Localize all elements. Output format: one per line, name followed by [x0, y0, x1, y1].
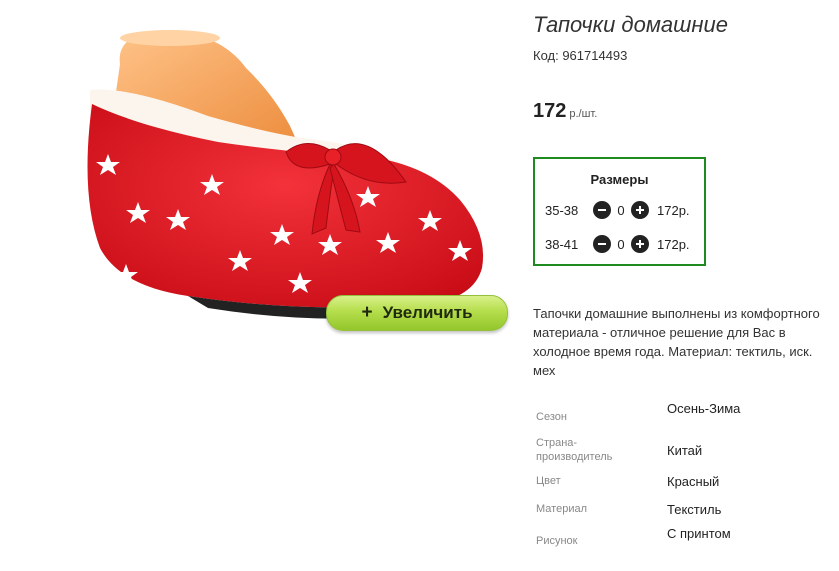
- description-line: Тапочки домашние выполнены из комфортног…: [533, 306, 820, 321]
- spec-label: Материал: [536, 503, 587, 515]
- size-quantity[interactable]: 0: [611, 237, 631, 252]
- price: 172 р./шт.: [533, 100, 597, 123]
- spec-label: Цвет: [536, 475, 561, 487]
- spec-value: Осень-Зима: [667, 401, 741, 416]
- spec-label: Страна-производитель: [536, 437, 613, 463]
- size-price: 172р.: [657, 236, 690, 252]
- minus-icon: [598, 209, 606, 211]
- size-label: 35-38: [545, 202, 579, 218]
- sizes-title: Размеры: [590, 172, 649, 187]
- spec-value: Красный: [667, 474, 720, 489]
- product-title: Тапочки домашние: [533, 12, 728, 37]
- spec-label: Сезон: [536, 411, 567, 423]
- decrease-button[interactable]: [593, 201, 611, 219]
- price-unit: р./шт.: [569, 108, 598, 120]
- slipper-image: [87, 30, 484, 319]
- size-price: 172р.: [657, 202, 690, 218]
- increase-button[interactable]: [631, 235, 649, 253]
- size-quantity[interactable]: 0: [611, 203, 631, 218]
- decrease-button[interactable]: [593, 235, 611, 253]
- description-line: холодное время года. Материал: тектиль, …: [533, 344, 813, 359]
- spec-value: Китай: [667, 443, 703, 458]
- product-code: Код: 961714493: [533, 48, 628, 63]
- plus-icon: +: [361, 302, 373, 323]
- size-label: 38-41: [545, 236, 579, 252]
- product-image[interactable]: [68, 24, 508, 334]
- spec-label: Рисунок: [536, 535, 578, 547]
- price-value: 172: [533, 100, 567, 122]
- zoom-button-label: Увеличить: [382, 303, 473, 322]
- size-row: 38-41 0 172р.: [545, 233, 690, 255]
- spec-value: С принтом: [667, 526, 731, 541]
- plus-icon: [636, 206, 644, 214]
- plus-icon: [636, 240, 644, 248]
- increase-button[interactable]: [631, 201, 649, 219]
- product-description: Тапочки домашние выполнены из комфортног…: [533, 304, 839, 380]
- zoom-button[interactable]: + Увеличить: [326, 295, 508, 331]
- size-row: 35-38 0 172р.: [545, 199, 690, 221]
- description-line: мех: [533, 363, 556, 378]
- sizes-panel: Размеры 35-38 0 172р. 38-41 0 172р.: [533, 157, 706, 266]
- spec-value: Текстиль: [667, 502, 722, 517]
- description-line: материала - отличное решение для Вас в: [533, 325, 786, 340]
- minus-icon: [598, 243, 606, 245]
